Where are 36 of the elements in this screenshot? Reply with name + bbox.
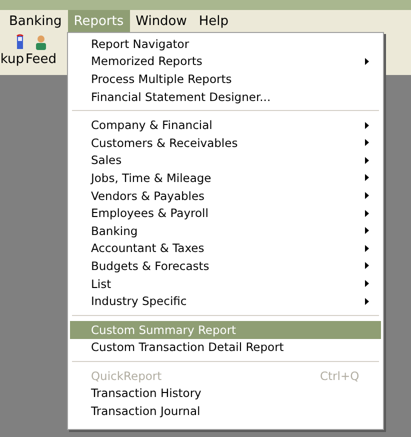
person-icon (35, 34, 47, 50)
menu-item[interactable]: List (70, 274, 381, 292)
menu-item[interactable]: Custom Transaction Detail Report (70, 338, 381, 356)
menu-item[interactable]: Industry Specific (70, 292, 381, 310)
toolbar-button[interactable]: Feed (24, 52, 59, 67)
menu-item[interactable]: Company & Financial (70, 116, 381, 134)
menu-item[interactable]: Budgets & Forecasts (70, 257, 381, 275)
menu-item[interactable]: Sales (70, 152, 381, 170)
menu-item[interactable]: Banking (70, 222, 381, 240)
menu-item[interactable]: Transaction History (70, 384, 381, 402)
menu-item[interactable]: Financial Statement Designer... (70, 88, 381, 106)
menu-bar-item[interactable]: Window (130, 10, 193, 32)
submenu-arrow-icon (365, 227, 369, 234)
menu-item[interactable]: Accountant & Taxes (70, 240, 381, 258)
submenu-arrow-icon (365, 139, 369, 146)
menu-item[interactable]: Jobs, Time & Mileage (70, 169, 381, 187)
submenu-arrow-icon (365, 192, 369, 200)
menu-item[interactable]: Transaction Journal (70, 402, 381, 420)
submenu-arrow-icon (365, 58, 369, 65)
menu-item[interactable]: Customers & Receivables (70, 134, 381, 152)
menu-item[interactable]: Report Navigator (70, 35, 381, 53)
submenu-arrow-icon (365, 210, 369, 217)
menu-item[interactable]: Vendors & Payables (70, 186, 381, 204)
submenu-arrow-icon (365, 244, 369, 252)
submenu-arrow-icon (365, 280, 369, 288)
menu-item[interactable]: Memorized Reports (70, 52, 381, 70)
submenu-arrow-icon (365, 298, 369, 305)
menu-bar-item[interactable]: Banking (3, 10, 68, 32)
submenu-arrow-icon (365, 156, 369, 164)
menu-item[interactable]: Employees & Payroll (70, 204, 381, 222)
submenu-arrow-icon (365, 262, 369, 270)
submenu-arrow-icon (365, 174, 369, 182)
toolbar-button[interactable]: kup (0, 52, 24, 67)
menu-item[interactable]: Process Multiple Reports (70, 70, 381, 88)
menu-bar-item[interactable]: Help (192, 10, 235, 32)
submenu-arrow-icon (365, 122, 369, 129)
